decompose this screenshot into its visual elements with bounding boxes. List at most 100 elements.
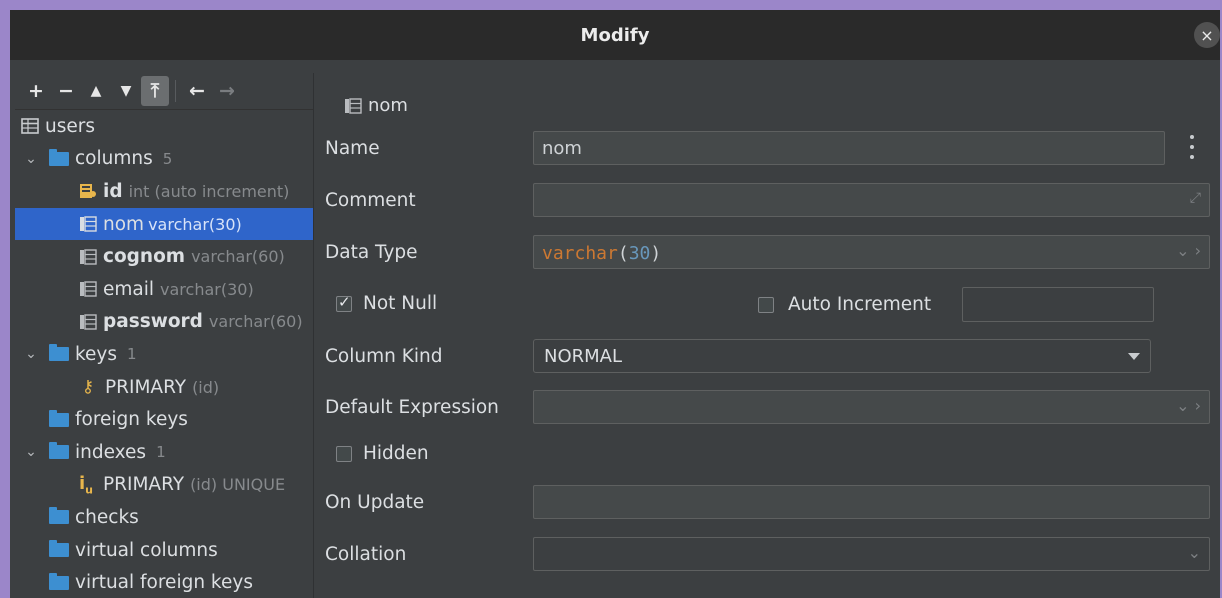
tree-item-column-nom[interactable]: nom varchar(30) [15,207,313,241]
column-icon [80,314,97,330]
tree-item-virtual-columns[interactable]: virtual columns [15,534,313,567]
column-name: nom [103,213,145,235]
properties-header: nom [344,95,408,116]
column-name: cognom [103,246,186,268]
triangle-down-icon: ▼ [120,83,132,99]
tree-item-key-primary[interactable]: ⚷ PRIMARY (id) [15,371,313,404]
move-up-button[interactable]: ▲ [81,76,111,106]
more-options-icon[interactable] [1185,135,1199,159]
column-icon [80,248,97,265]
tree-item-virtual-foreign-keys[interactable]: virtual foreign keys [15,566,313,598]
default-expression-field[interactable]: ⌄ › [533,390,1210,424]
hidden-checkbox[interactable] [336,446,352,462]
column-type: varchar(60) [208,312,303,332]
plus-icon: + [28,80,44,102]
expand-icon[interactable]: ⤢ [1190,190,1201,206]
index-name: PRIMARY [103,474,185,496]
column-kind-select[interactable]: NORMAL [533,339,1151,373]
name-field[interactable]: nom [533,131,1165,165]
back-button[interactable]: ← [182,76,212,106]
key-columns: (id) [192,377,220,397]
tree-item-foreign-keys[interactable]: foreign keys [15,403,313,436]
toolbar-separator [175,80,176,102]
column-icon [345,97,362,114]
chevron-down-icon: ⌄ [1187,543,1201,562]
remove-button[interactable]: − [51,76,81,106]
column-kind-label: Column Kind [325,346,443,367]
tree-item-indexes[interactable]: ⌄ indexes 1 [15,436,313,469]
title-bar: Modify × [10,10,1220,60]
tree-toolbar: + − ▲ ▼ ⤒ ← → [15,73,313,110]
auto-increment-input[interactable] [962,287,1154,322]
primary-key-column-icon [80,184,96,199]
folder-icon [49,442,69,460]
forward-button[interactable]: → [212,76,242,106]
key-name: PRIMARY [105,376,187,398]
chevron-down-icon[interactable]: ⌄ [21,444,41,460]
column-type: int (auto increment) [128,181,290,201]
folder-icon [49,344,69,362]
arrow-left-icon: ← [189,80,205,102]
move-down-button[interactable]: ▼ [111,76,141,106]
tree-item-column-cognom[interactable]: cognom varchar(60) [15,240,313,273]
unique-index-icon: iu [79,473,94,497]
tree-item-label: users [45,115,95,137]
chevron-down-icon[interactable]: ⌄ › [1176,396,1201,415]
chevron-down-icon[interactable]: ⌄ [21,346,41,362]
tree-item-column-password[interactable]: password varchar(60) [15,306,313,339]
tree-item-checks[interactable]: checks [15,501,313,534]
modify-dialog: Modify × + − ▲ ▼ ⤒ ← → users ⌄ columns 5… [10,10,1220,598]
data-type-value: varchar(30) [542,243,662,264]
tree-item-label: keys [75,343,118,365]
pin-top-icon: ⤒ [150,80,160,102]
tree-item-column-email[interactable]: email varchar(30) [15,273,313,306]
column-name: id [103,180,123,202]
tree-item-index-primary[interactable]: iu PRIMARY (id) UNIQUE [15,469,313,502]
column-name: email [103,278,155,300]
tree-item-label: columns [75,148,153,170]
chevron-down-icon[interactable]: ⌄ › [1176,241,1201,260]
not-null-checkbox[interactable] [336,293,352,312]
tree-item-label: foreign keys [75,409,188,431]
comment-field[interactable]: ⤢ [533,183,1210,217]
arrow-right-icon: → [219,80,235,102]
keys-count: 1 [127,345,137,364]
folder-icon [49,540,69,558]
pin-button[interactable]: ⤒ [141,76,169,106]
chevron-down-icon[interactable]: ⌄ [21,151,41,167]
structure-pane: + − ▲ ▼ ⤒ ← → users ⌄ columns 5 id int (… [15,73,313,598]
close-button[interactable]: × [1194,22,1220,48]
column-properties-pane: nom Name nom Comment ⤢ Data Type varchar… [314,73,1220,598]
folder-icon [49,507,69,525]
column-type: varchar(60) [191,247,285,267]
column-icon [80,216,97,232]
key-icon: ⚷ [81,377,95,398]
dialog-title: Modify [580,24,650,46]
auto-increment-checkbox[interactable] [758,297,774,313]
folder-icon [49,409,69,427]
default-expression-label: Default Expression [325,397,499,418]
tree-item-users[interactable]: users [15,110,313,143]
on-update-field[interactable] [533,485,1210,519]
folder-icon [49,148,69,166]
tree-item-label: virtual columns [75,539,218,561]
folder-icon [49,572,69,590]
data-type-field[interactable]: varchar(30) ⌄ › [533,235,1210,269]
on-update-label: On Update [325,492,425,513]
tree-item-columns[interactable]: ⌄ columns 5 [15,143,313,176]
tree-item-keys[interactable]: ⌄ keys 1 [15,338,313,371]
tree-item-column-id[interactable]: id int (auto increment) [15,175,313,208]
tree-item-label: virtual foreign keys [75,572,253,594]
name-label: Name [325,138,380,159]
hidden-label: Hidden [363,443,429,464]
column-type: varchar(30) [160,279,254,299]
collation-select[interactable]: ⌄ [533,537,1210,571]
dropdown-caret-icon [1128,353,1140,360]
add-button[interactable]: + [21,76,51,106]
column-type: varchar(30) [148,214,242,234]
collation-label: Collation [325,544,407,565]
not-null-label: Not Null [363,293,438,314]
structure-tree: users ⌄ columns 5 id int (auto increment… [15,110,313,598]
table-icon [21,118,39,135]
column-kind-value: NORMAL [544,346,623,367]
